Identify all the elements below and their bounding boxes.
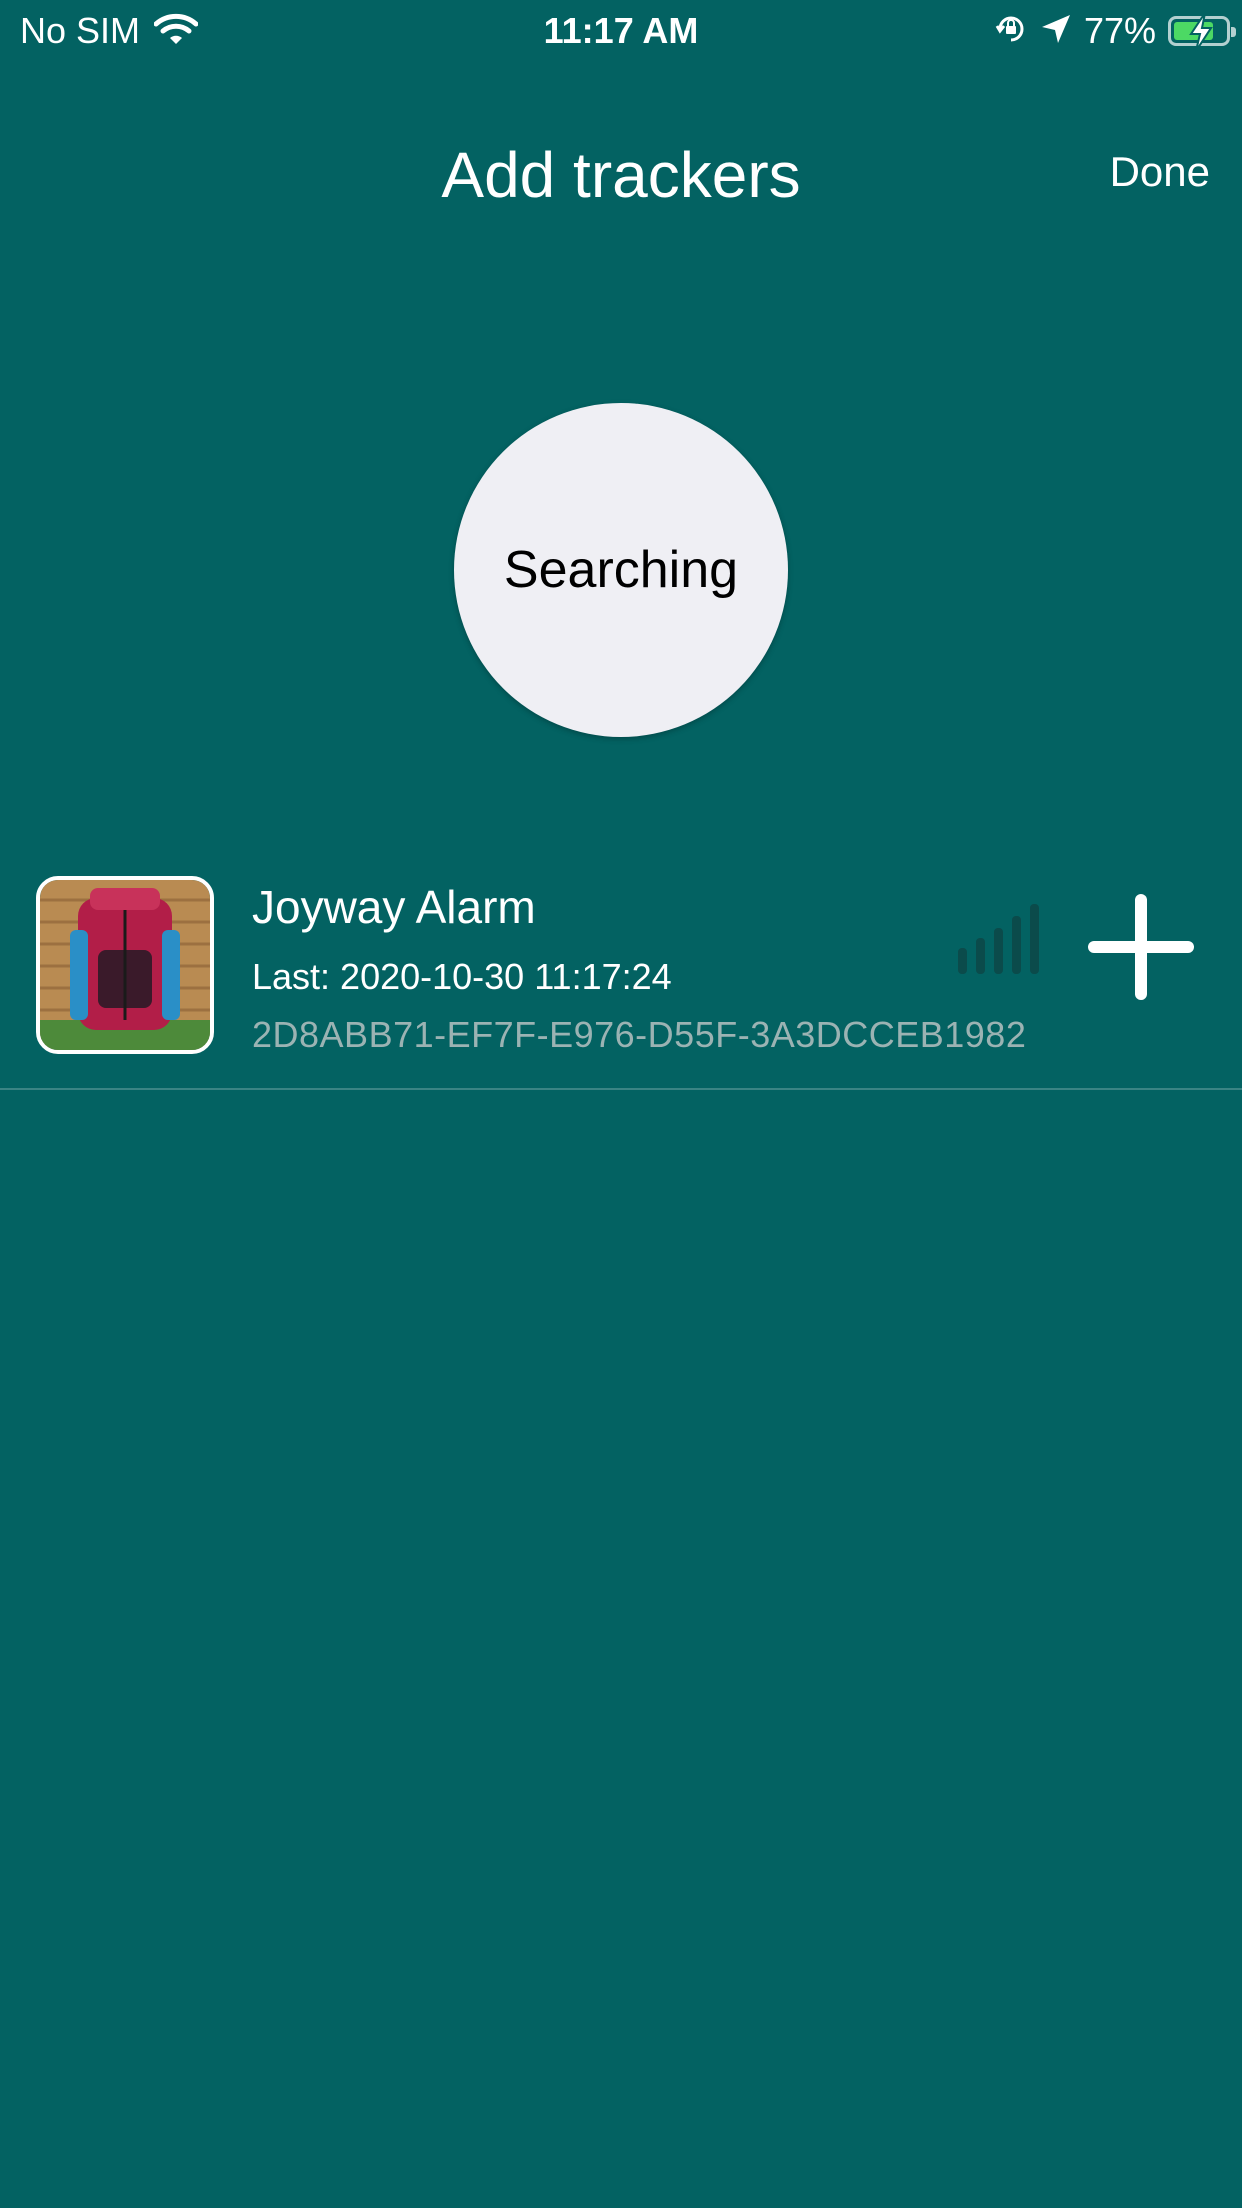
- page-title: Add trackers: [441, 139, 801, 211]
- list-divider: [0, 1088, 1242, 1090]
- battery-icon: [1168, 13, 1236, 51]
- tracker-id: 2D8ABB71-EF7F-E976-D55F-3A3DCCEB1982: [252, 1014, 1027, 1055]
- tracker-last-seen: Last: 2020-10-30 11:17:24: [252, 956, 672, 997]
- tracker-list-item[interactable]: Joyway Alarm Last: 2020-10-30 11:17:24 2…: [0, 868, 1242, 1088]
- battery-percent: 77%: [1083, 10, 1156, 51]
- plus-icon: [1088, 894, 1194, 1000]
- signal-strength-icon: [954, 898, 1054, 978]
- location-arrow-icon: [1040, 13, 1072, 50]
- searching-label: Searching: [503, 541, 739, 599]
- tracker-thumbnail: [36, 876, 214, 1054]
- orientation-lock-icon: [994, 12, 1028, 51]
- status-bar-right: 77%: [994, 10, 1236, 52]
- status-bar: No SIM 11:17 AM 77%: [0, 0, 1242, 62]
- searching-indicator[interactable]: Searching: [454, 403, 788, 737]
- tracker-name: Joyway Alarm: [252, 881, 536, 933]
- done-button[interactable]: Done: [1110, 148, 1210, 196]
- add-tracker-button[interactable]: [1086, 892, 1196, 1002]
